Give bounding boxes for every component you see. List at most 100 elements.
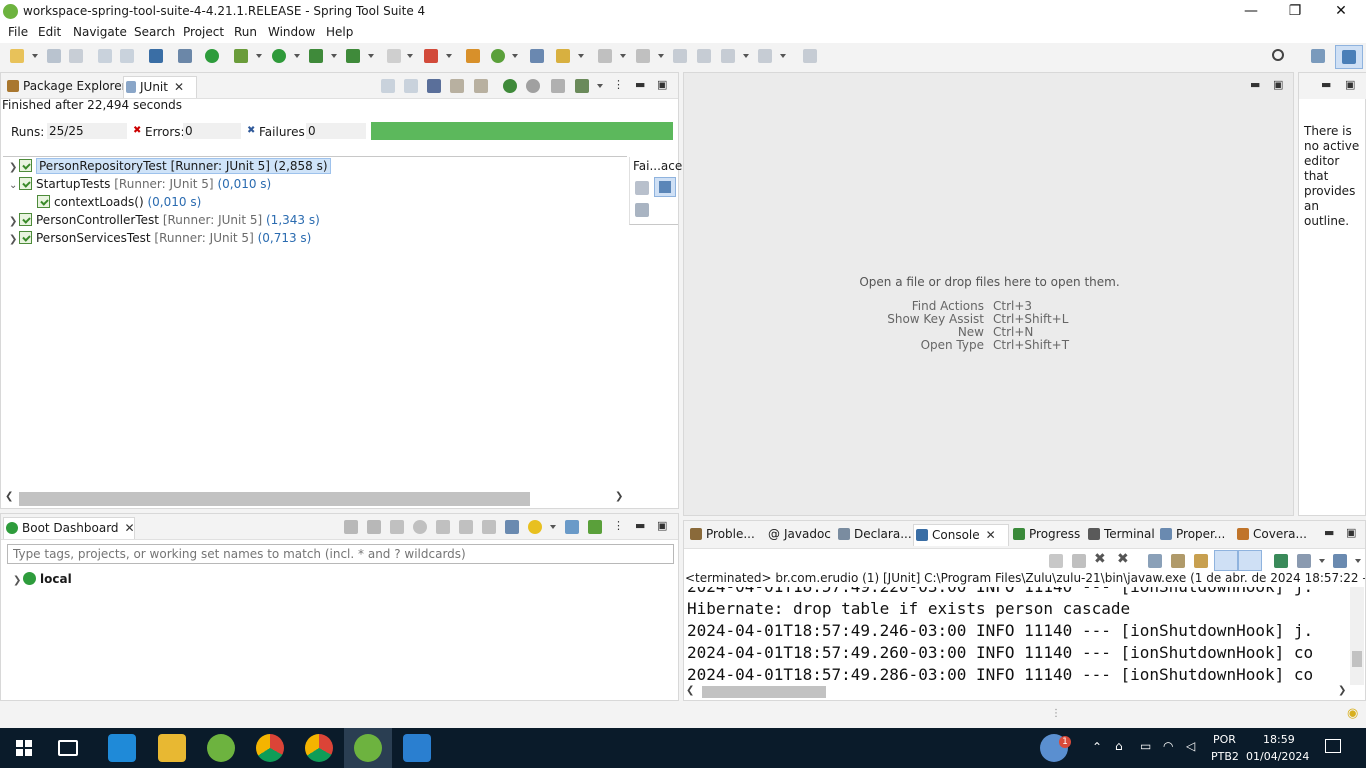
port-forward-icon[interactable] <box>459 520 473 534</box>
console-debug-icon[interactable] <box>1049 554 1063 568</box>
battery-icon[interactable]: ▭ <box>1140 739 1151 753</box>
minimize-outline-icon[interactable]: ▬ <box>1321 78 1331 91</box>
lightbulb-icon[interactable] <box>528 520 542 534</box>
menu-help[interactable]: Help <box>326 25 353 39</box>
copy-trace-icon[interactable] <box>635 203 649 217</box>
prev-annotation-icon[interactable] <box>636 49 650 63</box>
previous-failure-icon[interactable] <box>404 79 418 93</box>
task-view-icon[interactable] <box>58 740 78 756</box>
menu-edit[interactable]: Edit <box>38 25 61 39</box>
open-console-icon[interactable] <box>1333 554 1347 568</box>
save-icon[interactable] <box>47 49 61 63</box>
scroll-left-icon[interactable]: ❮ <box>686 685 694 696</box>
spring-tool-suite-active-icon[interactable] <box>354 734 382 762</box>
scroll-right-icon[interactable]: ❯ <box>1338 685 1346 696</box>
open-type-icon[interactable] <box>530 49 544 63</box>
display-console-icon[interactable] <box>1297 554 1311 568</box>
search-icon[interactable] <box>1272 49 1284 61</box>
view-menu-icon[interactable]: ⋮ <box>613 519 624 532</box>
spring-tool-suite-icon[interactable] <box>207 734 235 762</box>
editor-area[interactable]: ▬ ▣ Open a file or drop files here to op… <box>683 72 1294 516</box>
rerun-test-icon[interactable] <box>503 79 517 93</box>
close-icon[interactable]: ✕ <box>986 525 996 545</box>
stop-app-icon[interactable] <box>390 520 404 534</box>
test-row[interactable]: ❯ PersonServicesTest [Runner: JUnit 5] (0… <box>9 230 311 248</box>
chevron-right-icon[interactable]: ❯ <box>9 160 19 176</box>
pin-editor-icon[interactable] <box>803 49 817 63</box>
properties-icon[interactable] <box>505 520 519 534</box>
compare-results-icon[interactable] <box>635 181 649 195</box>
view-menu-icon[interactable]: ⋮ <box>613 78 624 91</box>
next-annotation-icon[interactable] <box>598 49 612 63</box>
vertical-scrollbar-thumb[interactable] <box>1352 651 1362 667</box>
new-icon[interactable] <box>10 49 24 63</box>
spring-boot-icon[interactable] <box>205 49 219 63</box>
terminate-icon[interactable] <box>1072 554 1086 568</box>
windows-start-icon[interactable] <box>10 734 38 762</box>
menu-project[interactable]: Project <box>183 25 224 39</box>
perspective-spring-button[interactable] <box>1335 45 1363 69</box>
network-icon[interactable]: ⌂ <box>1115 739 1123 753</box>
show-hidden-icons-icon[interactable]: ⌃ <box>1092 740 1102 754</box>
start-icon[interactable] <box>344 520 358 534</box>
tab-package-explorer[interactable]: Package Explorer <box>5 76 127 98</box>
tip-lightbulb-icon[interactable]: ◉ <box>1347 706 1358 721</box>
skip-breakpoints-icon[interactable] <box>178 49 192 63</box>
terminal-icon[interactable] <box>149 49 163 63</box>
minimize-button[interactable]: — <box>1228 0 1274 23</box>
chevron-right-icon[interactable]: ❯ <box>13 573 23 589</box>
close-icon[interactable]: ✕ <box>174 77 184 97</box>
edit-icon[interactable] <box>482 520 496 534</box>
minimize-view-icon[interactable]: ▬ <box>635 78 645 91</box>
tab-junit[interactable]: JUnit ✕ <box>123 76 197 98</box>
test-row[interactable]: contextLoads() (0,010 s) <box>37 194 201 210</box>
menu-file[interactable]: File <box>8 25 28 39</box>
menu-navigate[interactable]: Navigate <box>73 25 127 39</box>
chrome-icon[interactable] <box>256 734 284 762</box>
test-row[interactable]: ❯ PersonRepositoryTest [Runner: JUnit 5] … <box>9 158 331 176</box>
new-class-icon[interactable] <box>491 49 505 63</box>
forward-edit-icon[interactable] <box>697 49 711 63</box>
wifi-icon[interactable]: ◠ <box>1163 739 1173 753</box>
minimize-view-icon[interactable]: ▬ <box>1324 526 1334 539</box>
last-edit-icon[interactable] <box>673 49 687 63</box>
clock-date[interactable]: 01/04/2024 <box>1246 750 1309 763</box>
failures-only-icon[interactable] <box>427 79 441 93</box>
minimize-editor-icon[interactable]: ▬ <box>1250 78 1260 91</box>
scroll-lock-icon[interactable] <box>1171 554 1185 568</box>
open-console-icon[interactable] <box>436 520 450 534</box>
maximize-view-icon[interactable]: ▣ <box>657 78 667 91</box>
run-icon[interactable] <box>272 49 286 63</box>
close-icon[interactable]: ✕ <box>125 518 135 538</box>
word-wrap-icon[interactable] <box>1194 554 1208 568</box>
save-all-icon[interactable] <box>69 49 83 63</box>
scroll-left-icon[interactable]: ❮ <box>5 491 13 502</box>
open-browser-icon[interactable] <box>413 520 427 534</box>
maximize-editor-icon[interactable]: ▣ <box>1273 78 1283 91</box>
tab-properties[interactable]: Proper... <box>1158 524 1225 546</box>
show-on-stdout-button[interactable] <box>1214 550 1238 571</box>
clear-console-icon[interactable] <box>1148 554 1162 568</box>
pin-console-icon[interactable] <box>1274 554 1288 568</box>
boot-target-row[interactable]: ❯ local <box>13 571 72 589</box>
maximize-view-icon[interactable]: ▣ <box>657 519 667 532</box>
open-perspective-icon[interactable] <box>1311 49 1325 63</box>
vscode-icon[interactable] <box>108 734 136 762</box>
menu-search[interactable]: Search <box>134 25 175 39</box>
maximize-outline-icon[interactable]: ▣ <box>1345 78 1355 91</box>
test-row[interactable]: ⌄ StartupTests [Runner: JUnit 5] (0,010 s… <box>9 176 271 194</box>
tab-coverage[interactable]: Covera... <box>1235 524 1307 546</box>
volume-icon[interactable]: ◁ <box>1186 739 1195 753</box>
new-java-project-icon[interactable] <box>466 49 480 63</box>
scroll-right-icon[interactable]: ❯ <box>615 491 623 502</box>
undo-icon[interactable] <box>98 49 112 63</box>
chevron-down-icon[interactable]: ⌄ <box>9 178 19 194</box>
external-tools-icon[interactable] <box>346 49 360 63</box>
add-target-icon[interactable] <box>588 520 602 534</box>
test-history-icon[interactable] <box>575 79 589 93</box>
stop-run-icon[interactable] <box>551 79 565 93</box>
chrome-icon[interactable] <box>305 734 333 762</box>
minimize-view-icon[interactable]: ▬ <box>635 519 645 532</box>
skipped-only-icon[interactable] <box>450 79 464 93</box>
maximize-view-icon[interactable]: ▣ <box>1346 526 1356 539</box>
